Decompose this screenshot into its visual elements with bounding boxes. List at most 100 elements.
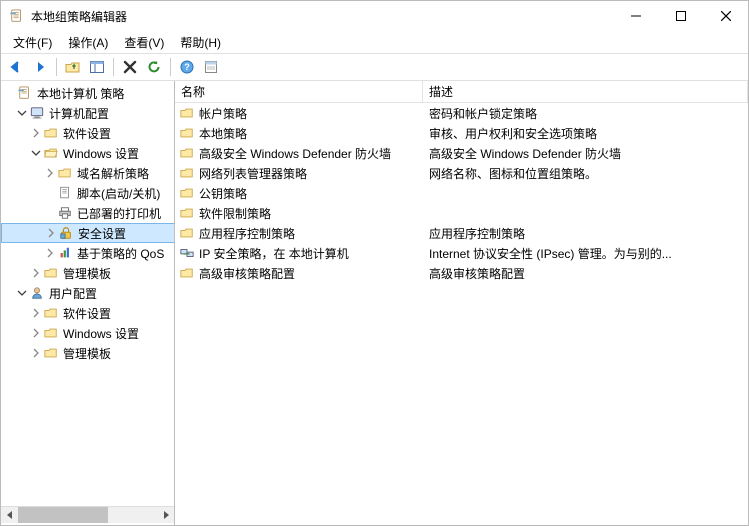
folder-icon [179, 105, 195, 121]
chevron-right-icon[interactable] [29, 126, 43, 140]
chevron-down-icon[interactable] [15, 106, 29, 120]
tree-node-label: 管理模板 [63, 265, 111, 282]
tree-node-software-settings[interactable]: 软件设置 [1, 123, 175, 143]
list-row[interactable]: IP 安全策略，在 本地计算机Internet 协议安全性 (IPsec) 管理… [175, 243, 748, 263]
tree-node-user-config[interactable]: 用户配置 [1, 283, 175, 303]
help-button[interactable]: ? [176, 56, 198, 78]
chevron-right-icon[interactable] [29, 326, 43, 340]
folder-icon [43, 345, 59, 361]
folder-icon [179, 185, 195, 201]
up-button[interactable] [62, 56, 84, 78]
folder-icon [179, 165, 195, 181]
list-row[interactable]: 帐户策略密码和帐户锁定策略 [175, 103, 748, 123]
list-row[interactable]: 网络列表管理器策略 网络名称、图标和位置组策略。 [175, 163, 748, 183]
menu-help[interactable]: 帮助(H) [172, 32, 229, 53]
scroll-right-icon[interactable] [157, 507, 174, 524]
list-row[interactable]: 本地策略审核、用户权利和安全选项策略 [175, 123, 748, 143]
scroll-thumb[interactable] [18, 507, 108, 523]
folder-icon [43, 265, 59, 281]
svg-text:?: ? [184, 62, 190, 72]
window-title: 本地组策略编辑器 [31, 8, 613, 25]
titlebar: 本地组策略编辑器 [1, 1, 748, 31]
folder-icon [43, 305, 59, 321]
tree-node-user-software[interactable]: 软件设置 [1, 303, 175, 323]
menu-action[interactable]: 操作(A) [60, 32, 116, 53]
column-desc-header[interactable]: 描述 [423, 81, 748, 102]
toolbar-separator [170, 58, 171, 76]
tree-node-label: 软件设置 [63, 125, 111, 142]
tree-node-label: 域名解析策略 [77, 165, 149, 182]
list-name-cell: 高级安全 Windows Defender 防火墙 [175, 145, 423, 162]
list-row[interactable]: 公钥策略 [175, 183, 748, 203]
list-header: 名称 描述 [175, 81, 748, 103]
computer-icon [29, 105, 45, 121]
list-row[interactable]: 高级安全 Windows Defender 防火墙高级安全 Windows De… [175, 143, 748, 163]
scroll-left-icon[interactable] [1, 507, 18, 524]
tree-node-qos[interactable]: 基于策略的 QoS [1, 243, 175, 263]
list-item-name: 软件限制策略 [199, 205, 271, 222]
show-hide-tree-button[interactable] [86, 56, 108, 78]
back-button[interactable] [5, 56, 27, 78]
script-icon [57, 185, 73, 201]
tree-node-windows-settings[interactable]: Windows 设置 [1, 143, 175, 163]
list-item-desc: Internet 协议安全性 (IPsec) 管理。为与别的... [423, 245, 748, 262]
column-name-header[interactable]: 名称 [175, 81, 423, 102]
folder-icon [43, 125, 59, 141]
tree-node-user-admin[interactable]: 管理模板 [1, 343, 175, 363]
list-item-name: 高级安全 Windows Defender 防火墙 [199, 145, 391, 162]
scroll-track[interactable] [18, 507, 157, 523]
chevron-right-icon[interactable] [43, 166, 57, 180]
ipsec-icon [179, 245, 195, 261]
chevron-right-icon[interactable] [29, 346, 43, 360]
tree-node-printers[interactable]: 已部署的打印机 [1, 203, 175, 223]
close-button[interactable] [703, 1, 748, 31]
forward-button[interactable] [29, 56, 51, 78]
tree-node-admin-templates[interactable]: 管理模板 [1, 263, 175, 283]
list-name-cell: 本地策略 [175, 125, 423, 142]
menu-file[interactable]: 文件(F) [5, 32, 60, 53]
chevron-right-icon[interactable] [29, 266, 43, 280]
tree-horizontal-scrollbar[interactable] [1, 506, 174, 523]
list-item-desc: 密码和帐户锁定策略 [423, 105, 748, 122]
tree-node-computer-config[interactable]: 计算机配置 [1, 103, 175, 123]
list-row[interactable]: 高级审核策略配置高级审核策略配置 [175, 263, 748, 283]
security-icon [58, 225, 74, 241]
folder-icon [43, 325, 59, 341]
list-row[interactable]: 应用程序控制策略应用程序控制策略 [175, 223, 748, 243]
tree-pane[interactable]: 本地计算机 策略 计算机配置 软件设置 [1, 81, 175, 525]
menu-view[interactable]: 查看(V) [116, 32, 172, 53]
chevron-right-icon[interactable] [44, 226, 58, 240]
toolbar-separator [56, 58, 57, 76]
tree-node-user-windows[interactable]: Windows 设置 [1, 323, 175, 343]
folder-icon [179, 145, 195, 161]
refresh-button[interactable] [143, 56, 165, 78]
list-item-name: 网络列表管理器策略 [199, 165, 307, 182]
tree-node-label: 安全设置 [78, 225, 126, 242]
list-item-desc: 审核、用户权利和安全选项策略 [423, 125, 748, 142]
qos-icon [57, 245, 73, 261]
folder-icon [179, 225, 195, 241]
chevron-down-icon[interactable] [15, 286, 29, 300]
list-name-cell: 应用程序控制策略 [175, 225, 423, 242]
tree-node-name-resolution[interactable]: 域名解析策略 [1, 163, 175, 183]
folder-icon [57, 165, 73, 181]
tree-node-security-settings[interactable]: 安全设置 [1, 223, 175, 243]
list-item-name: 公钥策略 [199, 185, 247, 202]
list-body[interactable]: 帐户策略密码和帐户锁定策略本地策略审核、用户权利和安全选项策略高级安全 Wind… [175, 103, 748, 525]
chevron-down-icon[interactable] [29, 146, 43, 160]
chevron-right-icon[interactable] [29, 306, 43, 320]
tree-node-label: 基于策略的 QoS [77, 245, 164, 262]
maximize-button[interactable] [658, 1, 703, 31]
tree-node-label: 计算机配置 [49, 105, 109, 122]
tree-node-root[interactable]: 本地计算机 策略 [1, 83, 175, 103]
tree-node-scripts[interactable]: 脚本(启动/关机) [1, 183, 175, 203]
minimize-button[interactable] [613, 1, 658, 31]
delete-button[interactable] [119, 56, 141, 78]
list-pane: 名称 描述 帐户策略密码和帐户锁定策略本地策略审核、用户权利和安全选项策略高级安… [175, 81, 748, 525]
list-item-desc: 应用程序控制策略 [423, 225, 748, 242]
list-row[interactable]: 软件限制策略 [175, 203, 748, 223]
chevron-right-icon[interactable] [43, 246, 57, 260]
list-item-desc: 网络名称、图标和位置组策略。 [423, 165, 748, 182]
list-name-cell: 帐户策略 [175, 105, 423, 122]
properties-button[interactable] [200, 56, 222, 78]
